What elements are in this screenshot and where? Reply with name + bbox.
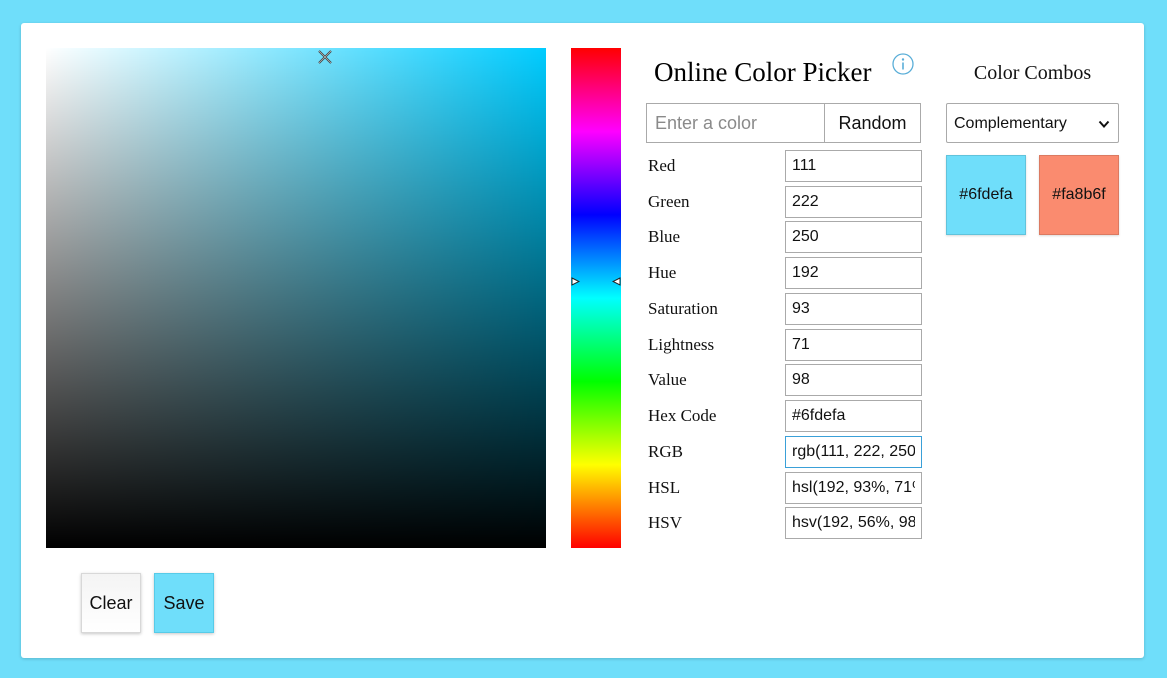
- save-button[interactable]: Save: [154, 573, 214, 633]
- combos-title: Color Combos: [973, 62, 1092, 84]
- info-icon[interactable]: [892, 53, 914, 75]
- combo-swatch[interactable]: #6fdefa: [946, 155, 1026, 235]
- hue-slider[interactable]: [571, 48, 621, 548]
- blue-input[interactable]: [785, 221, 922, 253]
- field-label-value: Value: [648, 370, 687, 389]
- hue-input[interactable]: [785, 257, 922, 289]
- hue-pointer-left-icon[interactable]: [571, 277, 580, 286]
- rgb-input[interactable]: [785, 436, 922, 468]
- saturation-value-area[interactable]: [46, 48, 546, 548]
- lightness-input[interactable]: [785, 329, 922, 361]
- field-label-red: Red: [648, 156, 676, 175]
- combo-type-value: Complementary: [954, 115, 1067, 132]
- chevron-down-icon: [1098, 120, 1110, 128]
- random-button[interactable]: Random: [824, 103, 921, 143]
- color-input[interactable]: [646, 103, 824, 143]
- field-label-hue: Hue: [648, 263, 677, 282]
- red-input[interactable]: [785, 150, 922, 182]
- field-label-lightness: Lightness: [648, 335, 715, 354]
- combo-swatch-label: #fa8b6f: [1052, 186, 1106, 203]
- value-input[interactable]: [785, 364, 922, 396]
- clear-button[interactable]: Clear: [81, 573, 141, 633]
- combo-type-select[interactable]: Complementary: [946, 103, 1119, 143]
- page-title: Online Color Picker: [654, 57, 872, 87]
- green-input[interactable]: [785, 186, 922, 218]
- hsl-input[interactable]: [785, 472, 922, 504]
- field-label-green: Green: [648, 192, 690, 211]
- combo-swatch[interactable]: #fa8b6f: [1039, 155, 1119, 235]
- crosshair-icon[interactable]: [317, 49, 333, 65]
- saturation-input[interactable]: [785, 293, 922, 325]
- hsv-input[interactable]: [785, 507, 922, 539]
- combo-swatch-label: #6fdefa: [959, 186, 1013, 203]
- field-label-saturation: Saturation: [648, 299, 718, 318]
- hue-pointer-right-icon[interactable]: [612, 277, 621, 286]
- field-label-hex: Hex Code: [648, 406, 717, 425]
- field-label-blue: Blue: [648, 227, 681, 246]
- field-label-hsl: HSL: [648, 478, 681, 497]
- hex-input[interactable]: [785, 400, 922, 432]
- field-label-rgb: RGB: [648, 442, 683, 461]
- field-label-hsv: HSV: [648, 513, 683, 532]
